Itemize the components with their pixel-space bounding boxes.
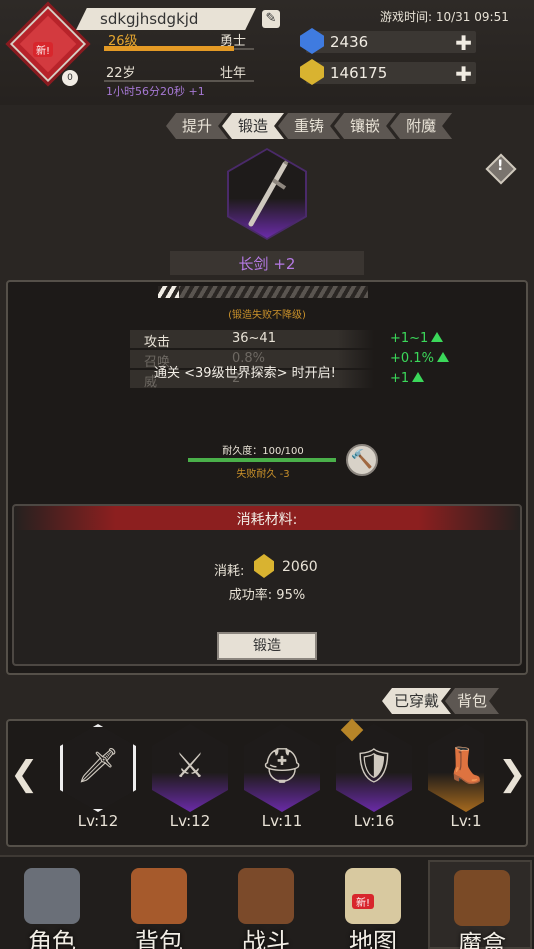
stat-gain-might: +1 (390, 371, 425, 386)
gold-count: 146175 (330, 64, 388, 82)
tab-upgrade[interactable]: 提升 (166, 113, 228, 139)
nav-label: 背包 (135, 928, 183, 949)
stat-name: 攻击 (144, 335, 171, 350)
notification-count: 0 (62, 70, 78, 86)
scimitar-icon: ⚔ (174, 746, 206, 786)
materials-title: 消耗材料: (236, 512, 298, 528)
equip-slot-offhand[interactable]: ⚔ Lv:12 (152, 724, 228, 830)
helmet-icon (24, 868, 80, 924)
edit-icon[interactable]: ✎ (262, 10, 280, 28)
sword-shield-icon (238, 868, 294, 924)
tab-equipped[interactable]: 已穿戴 (382, 688, 451, 714)
magic-box-icon (454, 870, 510, 926)
equip-slot-boots[interactable]: 👢 Lv:1 (428, 724, 484, 828)
stat-gain-attack: +1~1 (390, 331, 444, 346)
chevron-right-icon[interactable]: ❯ (498, 752, 527, 796)
durability-loss: 失败耐久 -3 (236, 469, 290, 480)
unlock-hint: 通关 <39级世界探索> 时开启! (154, 366, 336, 381)
avatar-new-badge: 新! (33, 42, 54, 57)
boots-icon: 👢 (444, 746, 484, 786)
equip-slot-helmet[interactable]: ⛑ Lv:11 (244, 724, 320, 830)
gold-balance: 146175 ✚ (300, 59, 476, 86)
nav-label: 角色 (28, 928, 76, 949)
hammer-icon[interactable]: 🔨 (346, 444, 378, 476)
cost-label: 消耗: (214, 564, 245, 579)
player-level: 26级 (108, 34, 138, 49)
arrow-up-icon (436, 352, 449, 362)
backpack-icon (131, 868, 187, 924)
nav-label: 战斗 (242, 928, 290, 949)
cost-value: 2060 (282, 559, 318, 575)
durability-label: 耐久度：100/100 (222, 446, 304, 457)
nav-label: 魔盒 (458, 930, 506, 949)
success-rate: 成功率: 95% (228, 588, 306, 603)
arrow-up-icon (431, 332, 444, 342)
stat-row-attack: 攻击 36~41 (130, 330, 374, 350)
equip-level: Lv:1 (450, 812, 482, 828)
longsword-icon: 🗡 (76, 746, 120, 786)
durability-bar (188, 458, 336, 462)
equip-level: Lv:12 (169, 812, 211, 830)
equip-level: Lv:11 (261, 812, 303, 830)
chevron-left-icon[interactable]: ❮ (10, 752, 39, 796)
equip-slot-armor[interactable]: 🛡 Lv:16 (336, 718, 412, 830)
weapon-name: 长剑 +2 (238, 255, 296, 273)
player-class: 勇士 (220, 34, 247, 49)
life-stage: 壮年 (220, 66, 247, 81)
map-new-badge: 新! (352, 894, 375, 909)
player-age: 22岁 (106, 66, 136, 81)
equipment-action-tabs: 提升 锻造 重铸 镶嵌 附魔 (166, 113, 446, 139)
forge-button[interactable]: 锻造 (217, 632, 317, 660)
nav-character[interactable]: 角色 (0, 860, 104, 949)
stat-value: 36~41 (232, 331, 276, 346)
tab-forge[interactable]: 锻造 (222, 113, 284, 139)
arrow-up-icon (412, 372, 425, 382)
nav-battle[interactable]: 战斗 (214, 860, 318, 949)
age-timer: 1小时56分20秒 +1 (106, 85, 205, 98)
tab-enchant[interactable]: 附魔 (390, 113, 452, 139)
nav-label: 地图 (349, 928, 397, 949)
equipment-tabs: 已穿戴 背包 (382, 688, 493, 714)
gem-balance: 2436 ✚ (300, 28, 476, 55)
armor-icon: 🛡 (352, 746, 396, 786)
equip-slot-weapon[interactable]: 🗡 Lv:12 (60, 724, 136, 830)
nav-backpack[interactable]: 背包 (107, 860, 211, 949)
stat-gain-summon: +0.1% (390, 351, 449, 366)
weapon-slot[interactable] (229, 150, 305, 238)
tab-backpack[interactable]: 背包 (445, 688, 499, 714)
longsword-icon (248, 156, 291, 227)
tab-recast[interactable]: 重铸 (278, 113, 340, 139)
gem-count: 2436 (330, 33, 369, 51)
equip-level: Lv:16 (353, 812, 395, 830)
equip-level: Lv:12 (77, 812, 119, 830)
fail-note: (锻造失败不降级) (228, 310, 306, 321)
add-gems-button[interactable]: ✚ (455, 31, 472, 55)
forge-progress-track (158, 286, 368, 298)
info-icon-mark: ! (497, 158, 504, 174)
forge-progress-fill (158, 286, 179, 298)
helmet-icon: ⛑ (260, 746, 304, 786)
tab-inlay[interactable]: 镶嵌 (334, 113, 396, 139)
add-gold-button[interactable]: ✚ (455, 62, 472, 86)
game-time: 游戏时间: 10/31 09:51 (380, 10, 509, 24)
nav-magic-box[interactable]: 魔盒 (428, 860, 532, 949)
player-name: sdkgjhsdgkjd (76, 8, 256, 30)
